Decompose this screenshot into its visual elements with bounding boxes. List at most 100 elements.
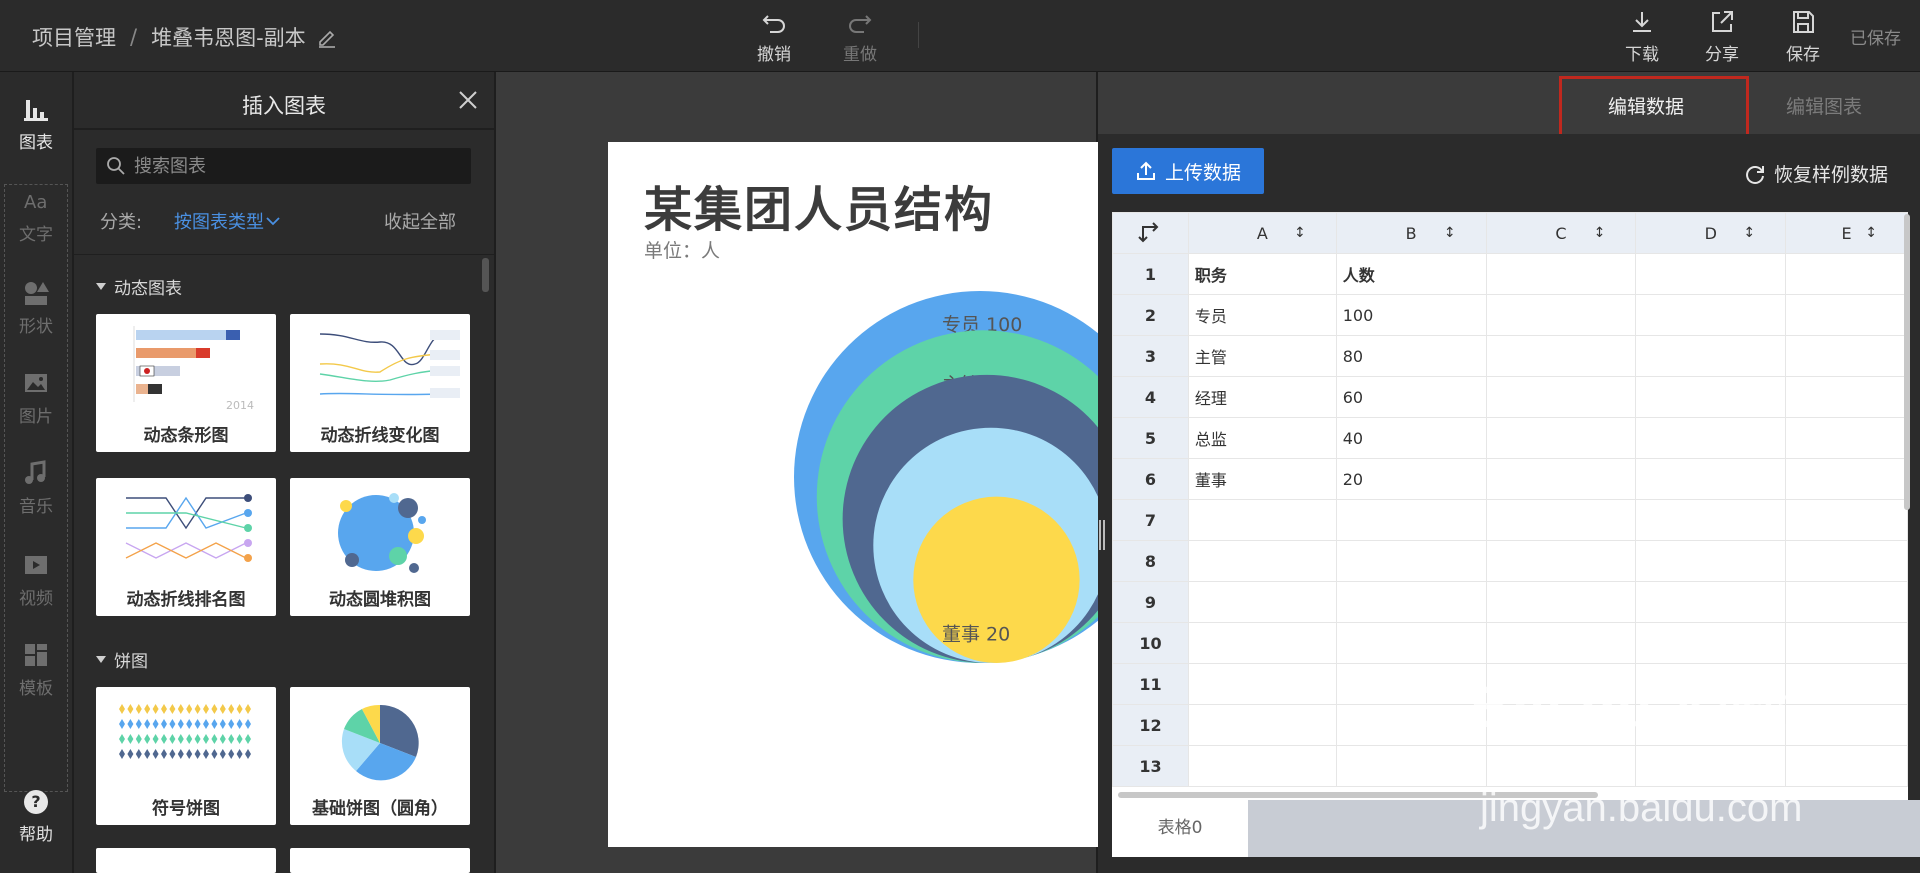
table-cell[interactable] [1187, 663, 1337, 705]
section-dynamic-charts[interactable]: 动态图表 [96, 274, 182, 299]
table-cell[interactable]: 主管 [1187, 335, 1337, 377]
table-cell[interactable] [1785, 376, 1908, 418]
table-cell[interactable]: 20 [1335, 458, 1487, 500]
chart-card-dynamic-line-change[interactable]: 动态折线变化图 [290, 314, 470, 452]
table-cell[interactable] [1187, 499, 1337, 541]
row-number[interactable]: 4 [1112, 376, 1189, 418]
table-cell[interactable] [1635, 253, 1787, 295]
table-cell[interactable] [1635, 499, 1787, 541]
rail-item-image[interactable]: 图片 [0, 358, 72, 438]
row-number[interactable]: 10 [1112, 622, 1189, 664]
row-number[interactable]: 6 [1112, 458, 1189, 500]
table-cell[interactable] [1485, 499, 1637, 541]
row-number[interactable]: 13 [1112, 745, 1189, 787]
close-icon[interactable] [456, 88, 480, 116]
table-cell[interactable] [1485, 745, 1637, 787]
column-header[interactable]: B ↕ [1335, 212, 1487, 254]
column-header[interactable]: C ↕ [1485, 212, 1637, 254]
table-cell[interactable] [1335, 499, 1487, 541]
table-cell[interactable]: 经理 [1187, 376, 1337, 418]
chart-card-dynamic-circle-pack[interactable]: 动态圆堆积图 [290, 478, 470, 616]
slide[interactable]: 专员 100主管 80经理 60总监 40董事 20 某集团人员结构 单位：人 [608, 142, 1098, 847]
category-dropdown[interactable]: 按图表类型 [174, 208, 282, 234]
table-cell[interactable] [1785, 622, 1908, 664]
table-cell[interactable] [1335, 704, 1487, 746]
table-cell[interactable] [1785, 745, 1908, 787]
row-number[interactable]: 12 [1112, 704, 1189, 746]
table-cell[interactable]: 人数 [1335, 253, 1487, 295]
rail-item-chart[interactable]: 图表 [0, 84, 72, 164]
undo-button[interactable]: 撤销 [744, 6, 804, 68]
table-cell[interactable] [1785, 581, 1908, 623]
column-header[interactable]: D ↕ [1635, 212, 1787, 254]
table-cell[interactable] [1335, 540, 1487, 582]
row-number[interactable]: 1 [1112, 253, 1189, 295]
table-cell[interactable] [1485, 376, 1637, 418]
table-cell[interactable] [1485, 417, 1637, 459]
rail-item-video[interactable]: 视频 [0, 540, 72, 620]
row-number[interactable]: 8 [1112, 540, 1189, 582]
panel-scrollbar[interactable] [482, 258, 489, 292]
table-cell[interactable] [1335, 663, 1487, 705]
resize-column-icon[interactable]: ↕ [1743, 225, 1755, 241]
grid-vertical-scrollbar[interactable] [1904, 214, 1910, 510]
table-cell[interactable] [1635, 540, 1787, 582]
table-cell[interactable] [1485, 253, 1637, 295]
panel-resize-handle[interactable] [1098, 520, 1106, 550]
chart-card-dynamic-line-rank[interactable]: 动态折线排名图 [96, 478, 276, 616]
row-number[interactable]: 5 [1112, 417, 1189, 459]
table-cell[interactable] [1187, 704, 1337, 746]
row-number[interactable]: 9 [1112, 581, 1189, 623]
table-cell[interactable] [1785, 540, 1908, 582]
table-cell[interactable] [1635, 622, 1787, 664]
table-cell[interactable] [1485, 335, 1637, 377]
table-cell[interactable]: 100 [1335, 294, 1487, 336]
table-cell[interactable]: 职务 [1187, 253, 1337, 295]
table-cell[interactable] [1187, 540, 1337, 582]
resize-column-icon[interactable]: ↕ [1865, 225, 1877, 241]
table-cell[interactable] [1635, 745, 1787, 787]
table-cell[interactable] [1635, 581, 1787, 623]
table-cell[interactable] [1635, 376, 1787, 418]
table-cell[interactable] [1485, 458, 1637, 500]
column-header[interactable]: A ↕ [1187, 212, 1337, 254]
chart-card-dynamic-bar[interactable]: 2014 动态条形图 [96, 314, 276, 452]
table-cell[interactable] [1485, 294, 1637, 336]
rail-item-music[interactable]: 音乐 [0, 448, 72, 528]
table-cell[interactable] [1785, 663, 1908, 705]
chart-card-partial[interactable] [290, 848, 470, 873]
resize-column-icon[interactable]: ↕ [1444, 225, 1456, 241]
table-cell[interactable] [1635, 335, 1787, 377]
row-number[interactable]: 11 [1112, 663, 1189, 705]
tab-edit-chart[interactable]: 编辑图表 [1786, 92, 1862, 119]
chart-card-symbol-pie[interactable]: 符号饼图 [96, 687, 276, 825]
table-cell[interactable] [1635, 417, 1787, 459]
rail-item-shape[interactable]: 形状 [0, 268, 72, 348]
table-cell[interactable]: 80 [1335, 335, 1487, 377]
edit-title-icon[interactable] [316, 26, 338, 48]
table-cell[interactable]: 60 [1335, 376, 1487, 418]
collapse-all-button[interactable]: 收起全部 [384, 208, 456, 234]
chart-card-partial[interactable] [96, 848, 276, 873]
table-cell[interactable] [1785, 499, 1908, 541]
table-cell[interactable] [1635, 458, 1787, 500]
table-cell[interactable] [1485, 581, 1637, 623]
table-cell[interactable] [1335, 622, 1487, 664]
table-cell[interactable] [1335, 581, 1487, 623]
breadcrumb-root[interactable]: 项目管理 [32, 22, 116, 52]
table-cell[interactable] [1485, 540, 1637, 582]
save-button[interactable]: 保存 [1773, 6, 1833, 68]
table-cell[interactable] [1785, 417, 1908, 459]
table-cell[interactable] [1785, 294, 1908, 336]
table-cell[interactable] [1187, 622, 1337, 664]
row-number[interactable]: 2 [1112, 294, 1189, 336]
table-cell[interactable] [1187, 581, 1337, 623]
sheet-tab[interactable]: 表格0 [1112, 800, 1248, 857]
table-cell[interactable] [1335, 745, 1487, 787]
table-cell[interactable]: 董事 [1187, 458, 1337, 500]
table-cell[interactable] [1785, 704, 1908, 746]
table-cell[interactable]: 总监 [1187, 417, 1337, 459]
section-pie-charts[interactable]: 饼图 [96, 647, 148, 672]
table-cell[interactable] [1635, 294, 1787, 336]
table-cell[interactable] [1785, 335, 1908, 377]
